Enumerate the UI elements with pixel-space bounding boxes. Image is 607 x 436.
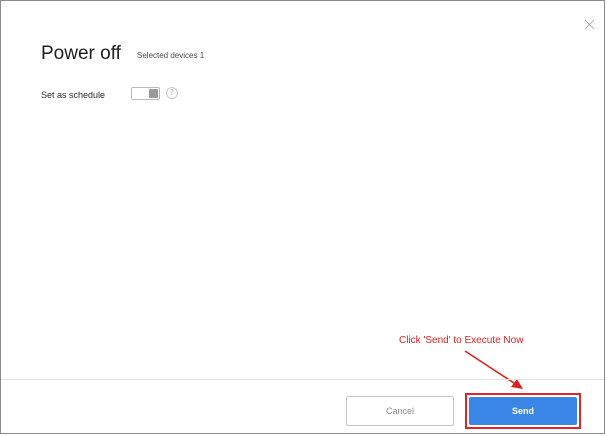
help-icon[interactable]: ? <box>166 87 178 99</box>
schedule-toggle[interactable] <box>131 87 160 100</box>
power-off-dialog: Power off Selected devices 1 Set as sche… <box>0 0 605 434</box>
toggle-knob <box>149 89 158 98</box>
dialog-title: Power off <box>41 43 121 64</box>
annotation-text: Click 'Send' to Execute Now <box>399 335 524 346</box>
close-icon[interactable] <box>584 19 595 30</box>
selected-devices-count: Selected devices 1 <box>137 51 205 60</box>
cancel-button[interactable]: Cancel <box>346 396 454 426</box>
footer-divider <box>1 379 604 380</box>
annotation-arrow-icon <box>464 350 523 389</box>
send-button[interactable]: Send <box>469 397 577 425</box>
schedule-label: Set as schedule <box>41 90 106 100</box>
